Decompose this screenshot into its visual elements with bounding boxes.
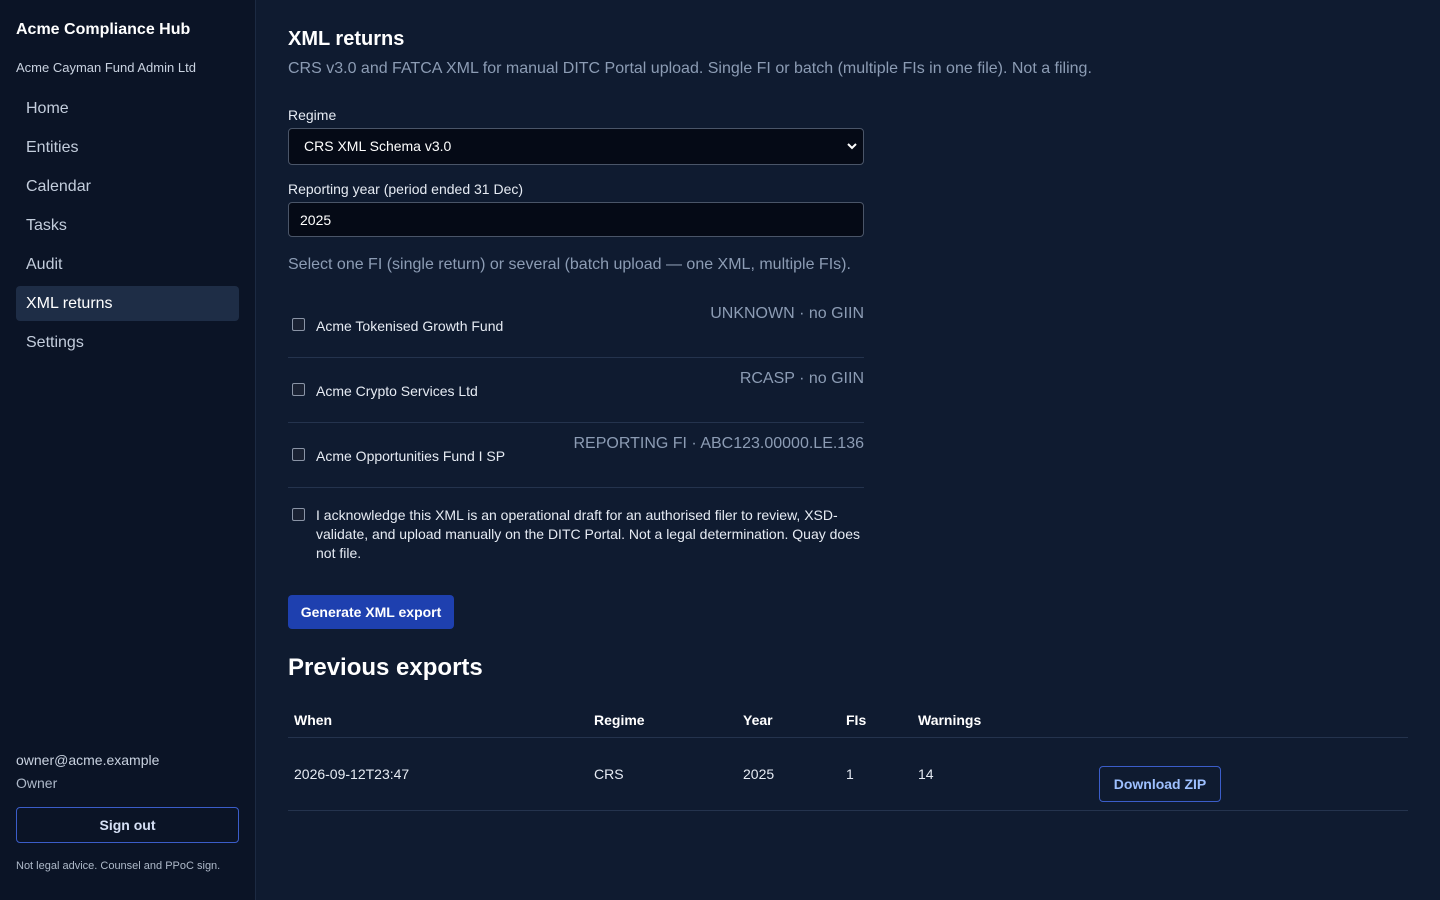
fi-status: UNKNOWN · no GIIN — [710, 305, 864, 322]
fi-row[interactable]: Acme Crypto Services Ltd RCASP · no GIIN — [288, 358, 864, 423]
previous-exports-title: Previous exports — [288, 654, 483, 681]
page-subtitle: CRS v3.0 and FATCA XML for manual DITC P… — [288, 60, 1092, 77]
fi-row[interactable]: Acme Opportunities Fund I SP REPORTING F… — [288, 423, 864, 488]
column-header-warnings: Warnings — [918, 712, 982, 728]
acknowledge-checkbox[interactable] — [292, 508, 305, 521]
cell-warnings: 14 — [918, 766, 934, 782]
table-row: 2026-09-12T23:47 CRS 2025 1 14 Download … — [288, 738, 1408, 811]
reporting-year-input[interactable] — [288, 202, 864, 237]
sidebar-item-home[interactable]: Home — [16, 91, 239, 126]
fi-name: Acme Opportunities Fund I SP — [316, 448, 506, 464]
column-header-fis: FIs — [846, 712, 867, 728]
legal-disclaimer: Not legal advice. Counsel and PPoC sign. — [16, 860, 221, 872]
fi-checkbox[interactable] — [292, 383, 305, 396]
fi-checkbox[interactable] — [292, 448, 305, 461]
sidebar-item-tasks[interactable]: Tasks — [16, 208, 239, 243]
user-email: owner@acme.example — [16, 752, 160, 768]
column-header-regime: Regime — [594, 712, 645, 728]
user-role: Owner — [16, 775, 58, 791]
cell-fis: 1 — [846, 766, 854, 782]
fi-checkbox[interactable] — [292, 318, 305, 331]
fi-selection-help: Select one FI (single return) or several… — [288, 256, 851, 273]
sidebar-item-calendar[interactable]: Calendar — [16, 169, 239, 204]
regime-label: Regime — [288, 107, 337, 123]
sidebar-item-entities[interactable]: Entities — [16, 130, 239, 165]
sidebar-item-xml-returns[interactable]: XML returns — [16, 286, 239, 321]
regime-select[interactable]: CRS XML Schema v3.0 — [288, 128, 864, 165]
chevron-down-icon — [847, 129, 857, 178]
reporting-year-label: Reporting year (period ended 31 Dec) — [288, 181, 524, 197]
sidebar-item-settings[interactable]: Settings — [16, 325, 239, 360]
fi-row[interactable]: Acme Tokenised Growth Fund UNKNOWN · no … — [288, 293, 864, 358]
column-header-when: When — [294, 712, 333, 728]
fi-name: Acme Tokenised Growth Fund — [316, 318, 504, 334]
cell-when: 2026-09-12T23:47 — [294, 766, 410, 782]
generate-xml-button[interactable]: Generate XML export — [288, 595, 454, 629]
app-title: Acme Compliance Hub — [16, 21, 191, 38]
fi-status: REPORTING FI · ABC123.00000.LE.136 — [573, 435, 864, 452]
sign-out-button[interactable]: Sign out — [16, 807, 239, 843]
fi-name: Acme Crypto Services Ltd — [316, 383, 478, 399]
acknowledgement-text: I acknowledge this XML is an operational… — [316, 507, 860, 561]
organization-name: Acme Cayman Fund Admin Ltd — [16, 60, 196, 75]
cell-year: 2025 — [743, 766, 775, 782]
page-title: XML returns — [288, 28, 405, 50]
fi-list: Acme Tokenised Growth Fund UNKNOWN · no … — [288, 293, 864, 488]
table-header: When Regime Year FIs Warnings — [288, 703, 1408, 738]
download-zip-button[interactable]: Download ZIP — [1099, 766, 1221, 802]
sidebar-item-audit[interactable]: Audit — [16, 247, 239, 282]
cell-regime: CRS — [594, 766, 624, 782]
sidebar: Acme Compliance Hub Acme Cayman Fund Adm… — [0, 0, 256, 900]
fi-status: RCASP · no GIIN — [739, 370, 864, 387]
exports-table: When Regime Year FIs Warnings 2026-09-12… — [288, 703, 1408, 811]
regime-selected-value: CRS XML Schema v3.0 — [304, 138, 452, 154]
column-header-year: Year — [743, 712, 773, 728]
sidebar-nav: Home Entities Calendar Tasks Audit XML r… — [16, 91, 239, 364]
